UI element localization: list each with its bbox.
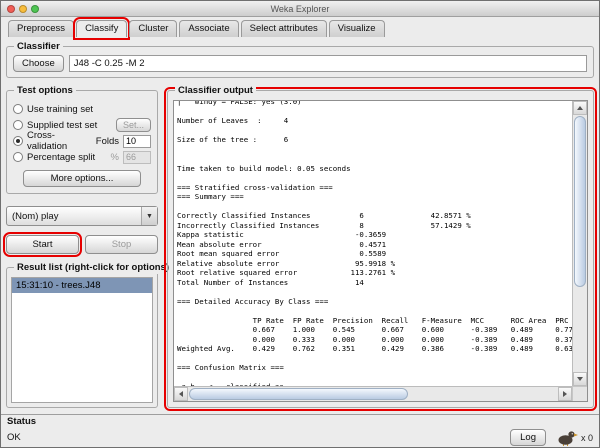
arrow-down-icon — [577, 377, 583, 381]
tab-visualize[interactable]: Visualize — [328, 20, 385, 37]
horizontal-scrollbar-thumb[interactable] — [189, 388, 408, 400]
status-bar: Status OK Log x 0 — [1, 414, 599, 447]
result-list-section: Result list (right-click for options) 15… — [6, 261, 173, 408]
class-attribute-value: (Nom) play — [12, 210, 59, 222]
tab-bar: Preprocess Classify Cluster Associate Se… — [6, 17, 594, 40]
chevron-down-icon: ▼ — [141, 207, 157, 225]
status-message: OK — [7, 432, 21, 443]
tab-classify[interactable]: Classify — [73, 17, 131, 40]
supplied-test-set-label: Supplied test set — [27, 119, 98, 131]
option-cross-validation: Cross-validation Folds — [13, 130, 151, 152]
arrow-right-icon — [563, 391, 567, 397]
traffic-lights — [1, 4, 39, 13]
tab-cluster[interactable]: Cluster — [129, 20, 178, 37]
tab-select-attributes[interactable]: Select attributes — [240, 20, 327, 37]
window-title: Weka Explorer — [270, 3, 330, 14]
set-test-set-button[interactable]: Set... — [115, 118, 151, 132]
stop-button[interactable]: Stop — [85, 235, 158, 254]
status-title: Status — [7, 416, 37, 427]
percent-label: % — [110, 151, 119, 163]
weka-status-icon-area: x 0 — [556, 429, 593, 446]
folds-input[interactable] — [123, 134, 151, 148]
classifier-output-area[interactable]: | windy = FALSE: yes (3.0) Number of Lea… — [173, 100, 588, 402]
percentage-split-radio[interactable] — [13, 152, 23, 162]
weka-process-counter: x 0 — [580, 432, 593, 443]
cross-validation-radio[interactable] — [13, 136, 23, 146]
classifier-output-section: Classifier output | windy = FALSE: yes (… — [164, 84, 597, 411]
minimize-button[interactable] — [19, 4, 27, 13]
scroll-right-button[interactable] — [558, 387, 572, 401]
close-button[interactable] — [7, 4, 15, 13]
vertical-scrollbar[interactable] — [572, 101, 587, 386]
classifier-section-title: Classifier — [14, 40, 63, 53]
classifier-section: Classifier Choose J48 -C 0.25 -M 2 — [6, 40, 594, 78]
scroll-left-button[interactable] — [174, 387, 188, 401]
tab-preprocess[interactable]: Preprocess — [8, 20, 75, 37]
start-button[interactable]: Start — [3, 232, 82, 257]
scroll-down-button[interactable] — [573, 372, 587, 386]
weka-bird-icon — [558, 431, 578, 446]
arrow-up-icon — [577, 106, 583, 110]
percent-input[interactable] — [123, 150, 151, 164]
scroll-up-button[interactable] — [573, 101, 587, 115]
classifier-spec-field[interactable]: J48 -C 0.25 -M 2 — [68, 55, 587, 72]
use-training-set-radio[interactable] — [13, 104, 23, 114]
horizontal-scrollbar[interactable] — [174, 386, 572, 401]
test-options-title: Test options — [14, 84, 76, 97]
cross-validation-label: Cross-validation — [27, 130, 68, 152]
tab-associate[interactable]: Associate — [179, 20, 239, 37]
classifier-output-title: Classifier output — [175, 84, 256, 97]
option-use-training-set: Use training set — [13, 101, 151, 117]
more-options-button[interactable]: More options... — [23, 170, 141, 187]
folds-label: Folds — [95, 135, 119, 147]
arrow-left-icon — [179, 391, 183, 397]
option-percentage-split: Percentage split % — [13, 149, 151, 165]
use-training-set-label: Use training set — [27, 103, 94, 115]
maximize-button[interactable] — [31, 4, 39, 13]
percentage-split-label: Percentage split — [27, 151, 96, 163]
log-button[interactable]: Log — [510, 429, 546, 446]
main-content: Preprocess Classify Cluster Associate Se… — [1, 17, 599, 411]
supplied-test-set-radio[interactable] — [13, 120, 23, 130]
result-list-item[interactable]: 15:31:10 - trees.J48 — [12, 278, 152, 293]
vertical-scrollbar-thumb[interactable] — [574, 116, 586, 287]
test-options-section: Test options Use training set Supplied t… — [6, 84, 158, 194]
result-list: 15:31:10 - trees.J48 — [11, 277, 153, 403]
scrollbar-corner — [572, 386, 587, 401]
classifier-output-text[interactable]: | windy = FALSE: yes (3.0) Number of Lea… — [174, 101, 587, 401]
weka-explorer-window: Weka Explorer Preprocess Classify Cluste… — [0, 0, 600, 448]
titlebar: Weka Explorer — [1, 1, 599, 17]
left-panel: Test options Use training set Supplied t… — [3, 84, 173, 408]
right-panel: Classifier output | windy = FALSE: yes (… — [164, 84, 597, 411]
choose-button[interactable]: Choose — [13, 55, 64, 72]
class-attribute-select[interactable]: (Nom) play ▼ — [6, 206, 158, 226]
result-list-title: Result list (right-click for options) — [14, 261, 173, 274]
